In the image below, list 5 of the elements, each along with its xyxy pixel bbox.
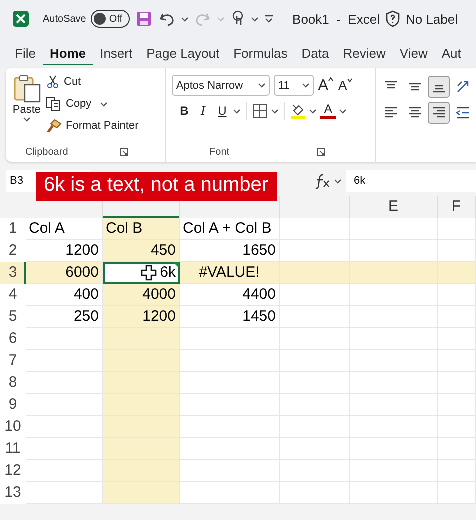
group-label: Clipboard bbox=[24, 146, 70, 158]
window-title: Book1 - Excel bbox=[292, 12, 380, 26]
autosave-label: AutoSave bbox=[43, 14, 86, 24]
caption-toast: 6k is a text, not a number bbox=[36, 172, 277, 201]
group-label: Font bbox=[208, 146, 231, 158]
